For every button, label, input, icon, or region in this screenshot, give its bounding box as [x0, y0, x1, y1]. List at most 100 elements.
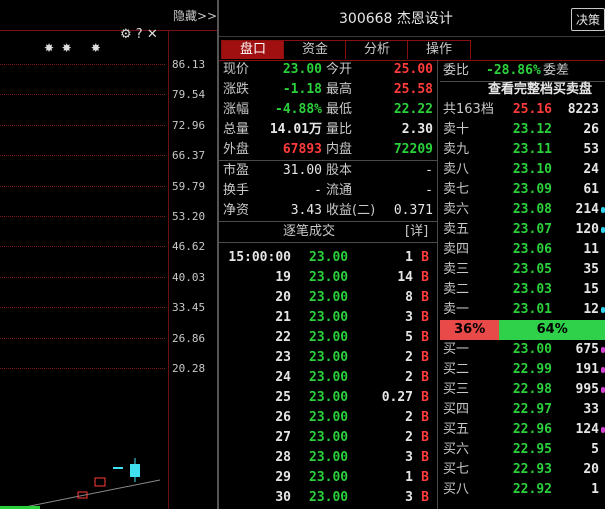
- help-icon[interactable]: ?: [136, 27, 143, 42]
- tick-time: 24: [275, 370, 291, 385]
- quote-value: 22.22: [393, 102, 433, 117]
- candles-area: [0, 458, 161, 509]
- tick-direction: B: [421, 310, 429, 325]
- ask-level[interactable]: 卖六 23.08 214: [440, 200, 605, 220]
- sell-ratio: 36%: [440, 320, 500, 340]
- tick-direction: B: [421, 470, 429, 485]
- quote-label: 总量: [223, 122, 250, 137]
- ask-level[interactable]: 卖九 23.11 53: [440, 140, 605, 160]
- tick-price: 23.00: [309, 430, 349, 445]
- tab-analysis[interactable]: 分析: [345, 40, 409, 59]
- full-orderbook-link[interactable]: 查看完整档买卖盘: [440, 80, 605, 100]
- gear-icon[interactable]: ⚙: [120, 27, 132, 42]
- close-icon[interactable]: ✕: [147, 27, 158, 42]
- bid-level[interactable]: 买八 22.92 1: [440, 480, 605, 500]
- ask-volume: 120: [575, 222, 599, 237]
- bid-price: 22.97: [512, 402, 552, 417]
- stock-title: 300668 杰恩设计: [339, 11, 453, 27]
- fundamental-label: 市盈: [223, 163, 250, 178]
- tick-direction: B: [421, 350, 429, 365]
- tick-volume: 5: [405, 330, 413, 345]
- ask-volume: 53: [583, 142, 599, 157]
- tick-price: 23.00: [309, 450, 349, 465]
- ask-price: 23.12: [512, 122, 552, 137]
- quote-label: 最低: [326, 102, 353, 117]
- tick-volume: 3: [405, 450, 413, 465]
- price-gridline: 40.03: [0, 271, 217, 285]
- fundamental-value: 31.00: [282, 163, 322, 178]
- fundamental-value: -: [425, 163, 433, 178]
- ask-level[interactable]: 卖四 23.06 11: [440, 240, 605, 260]
- tick-time: 25: [275, 390, 291, 405]
- ask-level[interactable]: 卖八 23.10 24: [440, 160, 605, 180]
- ask-volume: 24: [583, 162, 599, 177]
- bid-label: 买一: [443, 342, 470, 357]
- fundamental-label: 净资: [223, 203, 250, 218]
- weibi-row: 委比 -28.86% 委差: [443, 63, 570, 78]
- bid-level[interactable]: 买六 22.95 5: [440, 440, 605, 460]
- ma-line: [19, 479, 161, 509]
- tick-row: 21 23.00 3 B: [219, 308, 437, 328]
- tick-row: 26 23.00 2 B: [219, 408, 437, 428]
- quote-label: 现价: [223, 62, 250, 77]
- fundamental-row: 换手 - 流通 -: [219, 181, 437, 201]
- tick-row: 20 23.00 8 B: [219, 288, 437, 308]
- price-gridline: 26.86: [0, 332, 217, 346]
- bid-level[interactable]: 买一 23.00 675: [440, 340, 605, 360]
- buy-ratio: 64%: [499, 320, 605, 340]
- fundamental-label: 股本: [326, 163, 353, 178]
- ask-label: 卖七: [443, 182, 470, 197]
- tick-time: 22: [275, 330, 291, 345]
- tick-time: 28: [275, 450, 291, 465]
- decision-button[interactable]: 决策: [570, 8, 605, 31]
- ask-volume: 11: [583, 242, 599, 257]
- ask-level[interactable]: 卖二 23.03 15: [440, 280, 605, 300]
- tab-funds[interactable]: 资金: [283, 40, 347, 59]
- price-gridline: 66.37: [0, 149, 217, 163]
- tick-row: 22 23.00 5 B: [219, 328, 437, 348]
- price-axis-label: 86.13: [172, 58, 206, 71]
- price-gridline: 79.54: [0, 88, 217, 102]
- ask-price: 23.01: [512, 302, 552, 317]
- ask-level[interactable]: 卖一 23.01 12: [440, 300, 605, 320]
- quote-row: 总量 14.01万 量比 2.30: [219, 120, 437, 140]
- ask-level[interactable]: 卖三 23.05 35: [440, 260, 605, 280]
- ask-label: 卖九: [443, 142, 470, 157]
- bid-volume: 995: [575, 382, 599, 397]
- price-axis-label: 72.96: [172, 118, 206, 132]
- tick-price: 23.00: [309, 290, 349, 305]
- quote-label: 今开: [326, 62, 353, 77]
- tick-time: 29: [275, 470, 291, 485]
- ask-volume: 26: [583, 122, 599, 137]
- bid-label: 买五: [443, 422, 470, 437]
- stock-header: 300668 杰恩设计 决策: [219, 0, 605, 37]
- tick-time: 23: [275, 350, 291, 365]
- ask-level[interactable]: 卖五 23.07 120: [440, 220, 605, 240]
- kline-chart[interactable]: ✸ ✸ ✸ ⚙ ? ✕ 86.13 79.54 72.96 66.37 59.79 53.…: [0, 0, 217, 509]
- bid-volume: 124: [575, 422, 599, 437]
- tab-pankou[interactable]: 盘口: [221, 40, 285, 59]
- order-marker: [601, 367, 605, 373]
- bid-level[interactable]: 买三 22.98 995: [440, 380, 605, 400]
- price-axis-label: 26.86: [172, 331, 206, 345]
- ask-level[interactable]: 卖十 23.12 26: [440, 120, 605, 140]
- order-marker: [601, 207, 605, 213]
- quote-label: 最高: [326, 82, 353, 97]
- tick-time: 27: [275, 430, 291, 445]
- tab-operate[interactable]: 操作: [407, 40, 471, 59]
- bid-level[interactable]: 买二 22.99 191: [440, 360, 605, 380]
- bid-level[interactable]: 买七 22.93 20: [440, 460, 605, 480]
- bid-level[interactable]: 买五 22.96 124: [440, 420, 605, 440]
- fundamental-value: -: [425, 183, 433, 198]
- tick-price: 23.00: [309, 250, 349, 265]
- ask-level[interactable]: 卖七 23.09 61: [440, 180, 605, 200]
- tick-direction: B: [421, 390, 429, 405]
- ticks-title: 逐笔成交: [283, 224, 336, 239]
- ask-volume: 15: [583, 282, 599, 297]
- ticks-detail-link[interactable]: [详]: [405, 222, 428, 242]
- quote-value: 25.00: [393, 62, 433, 77]
- tick-row: 15:00:00 23.00 1 B: [219, 248, 437, 268]
- bid-level[interactable]: 买四 22.97 33: [440, 400, 605, 420]
- quote-row: 现价 23.00 今开 25.00: [219, 60, 437, 80]
- tick-direction: B: [421, 410, 429, 425]
